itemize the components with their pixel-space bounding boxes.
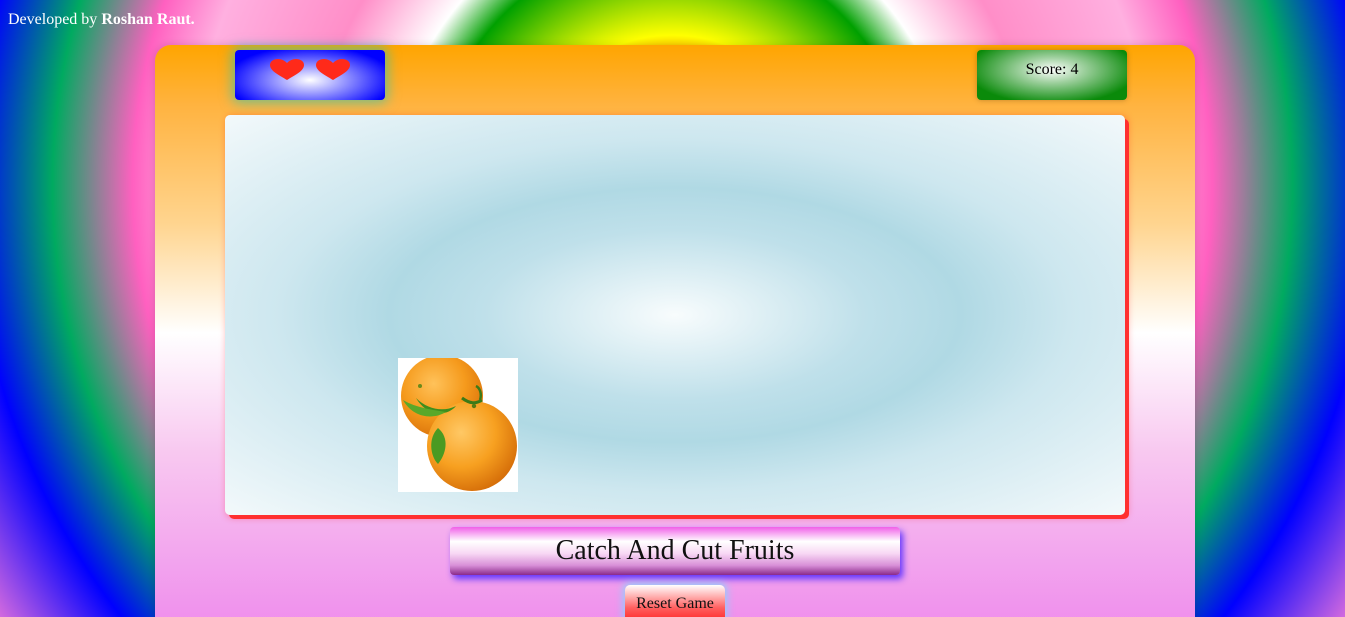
lives-panel: [235, 50, 385, 100]
game-title: Catch And Cut Fruits: [450, 527, 900, 575]
developer-credit: Developed by Roshan Raut.: [8, 11, 195, 29]
credit-author: Roshan Raut.: [101, 11, 195, 28]
game-container: Score: 4 Catch And Cut Fruits Reset Game: [155, 45, 1195, 617]
score-panel: Score: 4: [977, 50, 1127, 100]
orange-fruit[interactable]: [398, 355, 518, 492]
heart-icon: [270, 59, 304, 80]
heart-icon: [316, 59, 350, 80]
reset-game-button[interactable]: Reset Game: [625, 585, 725, 617]
credit-prefix: Developed by: [8, 11, 98, 28]
score-label: Score:: [1025, 61, 1067, 78]
orange-icon: [401, 355, 517, 491]
play-area[interactable]: [225, 115, 1125, 515]
score-value: 4: [1070, 61, 1079, 78]
